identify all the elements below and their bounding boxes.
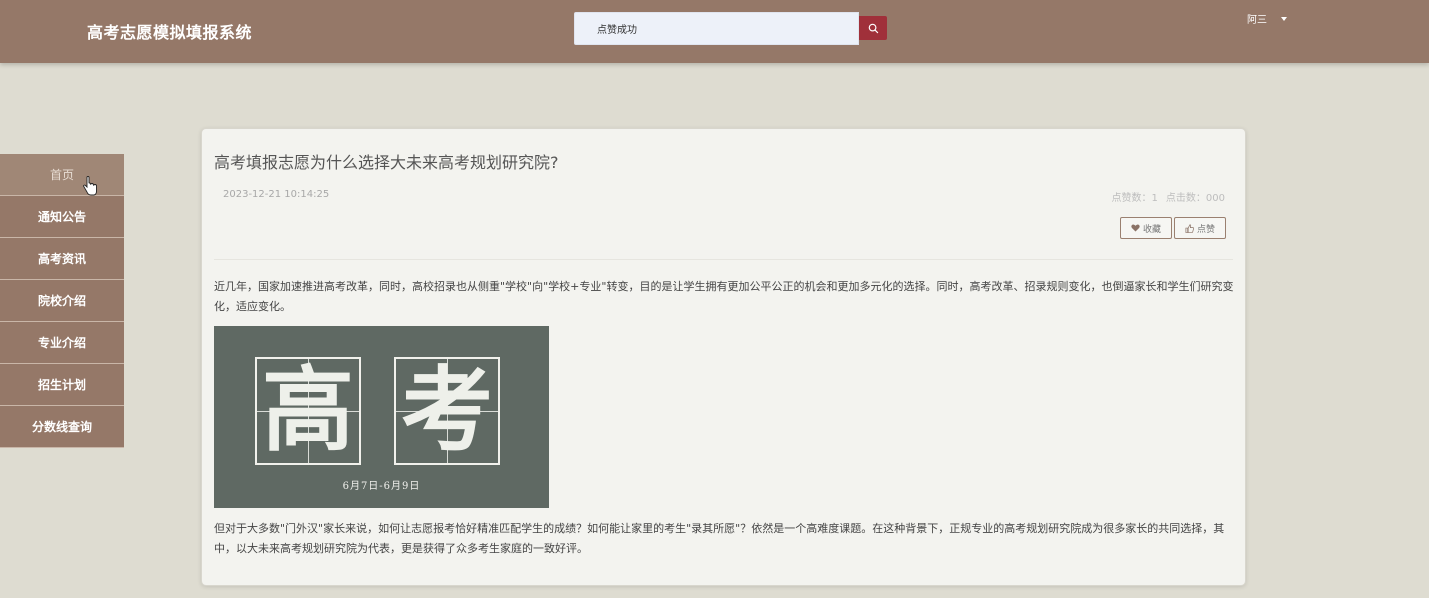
- article-paragraph-2: 但对于大多数"门外汉"家长来说，如何让志愿报考恰好精准匹配学生的成绩？如何能让家…: [214, 522, 1225, 555]
- article-title: 高考填报志愿为什么选择大未来高考规划研究院?: [214, 153, 559, 172]
- like-label: 点赞: [1196, 224, 1215, 235]
- divider: [214, 259, 1233, 260]
- sidebar-item-enrollment-plan[interactable]: 招生计划: [0, 364, 124, 406]
- like-count: 点赞数：1: [1111, 193, 1158, 204]
- thumbs-up-icon: [1185, 223, 1194, 233]
- favorite-button[interactable]: 收藏: [1119, 217, 1172, 239]
- article-stats: 点赞数：1 点击数：000: [1112, 189, 1225, 204]
- image-char-kao: 考: [401, 356, 494, 464]
- chevron-down-icon: [1281, 16, 1287, 21]
- image-char-gao: 高: [262, 356, 355, 464]
- user-menu[interactable]: 阿三: [1247, 11, 1287, 26]
- like-button[interactable]: 点赞: [1173, 217, 1226, 239]
- favorite-label: 收藏: [1142, 224, 1161, 235]
- sidebar-item-colleges[interactable]: 院校介绍: [0, 280, 124, 322]
- article-image: 高 考 6月7日-6月9日: [214, 326, 549, 508]
- heart-icon: [1131, 224, 1140, 232]
- sidebar-nav: 首页 通知公告 高考资讯 院校介绍 专业介绍 招生计划 分数线查询: [0, 154, 124, 448]
- article-actions: 收藏 点赞: [1119, 217, 1226, 239]
- hand-cursor-icon: [83, 176, 97, 196]
- sidebar-item-home[interactable]: 首页: [0, 154, 124, 196]
- search-input[interactable]: [574, 12, 859, 45]
- top-header: 高考志愿模拟填报系统 阿三: [0, 0, 1429, 63]
- click-count: 点击数：000: [1165, 193, 1225, 204]
- sidebar-item-score-lookup[interactable]: 分数线查询: [0, 406, 124, 448]
- user-name: 阿三: [1247, 15, 1267, 26]
- search-button[interactable]: [859, 16, 887, 40]
- article-card: 高考填报志愿为什么选择大未来高考规划研究院? 2023-12-21 10:14:…: [201, 128, 1246, 586]
- sidebar-item-notices[interactable]: 通知公告: [0, 196, 124, 238]
- image-date-text: 6月7日-6月9日: [342, 481, 421, 492]
- article-paragraph-1: 近几年，国家加速推进高考改革，同时，高校招录也从侧重"学校"向"学校+专业"转变…: [214, 280, 1234, 313]
- sidebar-item-majors[interactable]: 专业介绍: [0, 322, 124, 364]
- sidebar-item-news[interactable]: 高考资讯: [0, 238, 124, 280]
- search-icon: [868, 23, 878, 33]
- site-title: 高考志愿模拟填报系统: [87, 23, 253, 42]
- article-date: 2023-12-21 10:14:25: [223, 189, 330, 200]
